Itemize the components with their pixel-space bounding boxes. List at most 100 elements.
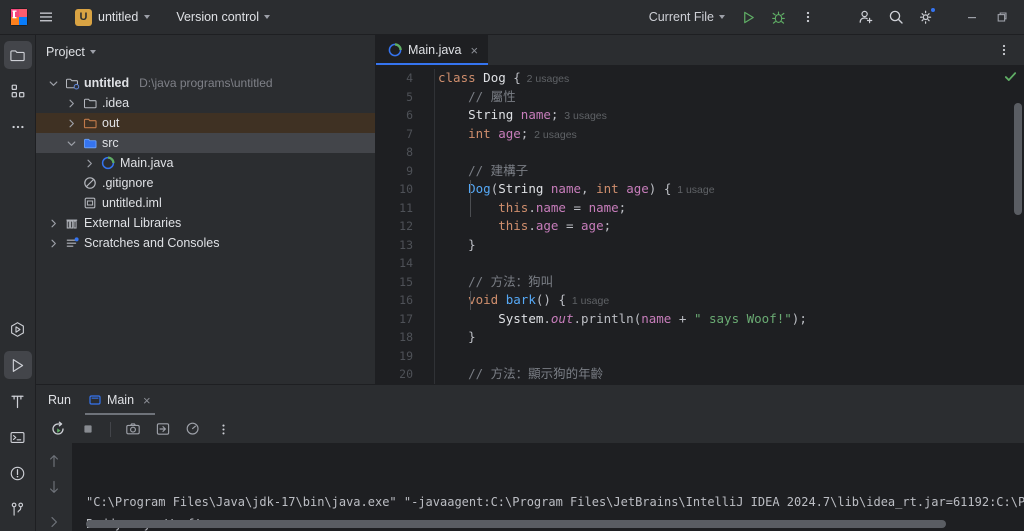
scroll-down-button[interactable] bbox=[47, 479, 61, 495]
editor-tab-actions bbox=[990, 35, 1024, 65]
console-area: "C:\Program Files\Java\jdk-17\bin\java.e… bbox=[36, 443, 1024, 531]
code-line[interactable] bbox=[438, 347, 1024, 366]
window-maximize-icon[interactable] bbox=[988, 4, 1016, 30]
tree-item-untitled[interactable]: untitled D:\java programs\untitled bbox=[36, 73, 375, 93]
editor-tab-main-java[interactable]: Main.java × bbox=[376, 35, 489, 65]
line-number: 18 bbox=[399, 330, 413, 344]
chevron-right-icon[interactable] bbox=[64, 96, 78, 110]
editor-vertical-scrollbar[interactable] bbox=[1014, 103, 1022, 215]
usages-hint[interactable]: 1 usage bbox=[566, 295, 609, 307]
more-vertical-icon[interactable] bbox=[990, 37, 1018, 63]
folder-excluded-icon bbox=[82, 115, 98, 131]
code-line[interactable]: // 方法：顯示狗的年齡 bbox=[438, 365, 1024, 384]
sidebar-item-terminal[interactable] bbox=[4, 423, 32, 451]
project-selector[interactable]: U untitled bbox=[68, 6, 157, 29]
code-line[interactable]: // 屬性 bbox=[438, 88, 1024, 107]
line-number: 12 bbox=[399, 219, 413, 233]
sidebar-item-structure[interactable] bbox=[4, 77, 32, 105]
line-number: 19 bbox=[399, 348, 413, 363]
code-line[interactable]: this.age = age; bbox=[438, 217, 1024, 236]
gear-icon[interactable] bbox=[912, 4, 940, 30]
code-line[interactable]: } bbox=[438, 236, 1024, 255]
export-icon[interactable] bbox=[149, 416, 177, 442]
scroll-up-button[interactable] bbox=[47, 453, 61, 469]
more-vertical-icon[interactable] bbox=[209, 416, 237, 442]
usages-hint[interactable]: 1 usage bbox=[671, 184, 714, 196]
sidebar-item-run-anything[interactable] bbox=[4, 315, 32, 343]
java-class-icon bbox=[388, 43, 402, 57]
project-tree[interactable]: untitled D:\java programs\untitled .idea ou… bbox=[36, 65, 375, 384]
run-tab-main[interactable]: Main × bbox=[84, 385, 155, 415]
window-minimize-icon[interactable] bbox=[958, 4, 986, 30]
tree-item-main-java[interactable]: Main.java bbox=[36, 153, 375, 173]
tree-item-src[interactable]: src bbox=[36, 133, 375, 153]
stop-square-icon[interactable] bbox=[74, 416, 102, 442]
code-line[interactable]: int age; 2 usages bbox=[438, 125, 1024, 144]
chevron-right-icon[interactable] bbox=[82, 156, 96, 170]
console-gutter bbox=[36, 443, 72, 531]
chevron-down-icon[interactable] bbox=[64, 136, 78, 150]
usages-hint[interactable]: 2 usages bbox=[521, 73, 570, 85]
rerun-icon[interactable] bbox=[44, 416, 72, 442]
code-line[interactable] bbox=[438, 143, 1024, 162]
code-line[interactable] bbox=[438, 254, 1024, 273]
tree-item-idea[interactable]: .idea bbox=[36, 93, 375, 113]
more-vertical-icon[interactable] bbox=[794, 4, 822, 30]
chevron-right-icon[interactable] bbox=[64, 116, 78, 130]
tree-item-gitignore[interactable]: .gitignore bbox=[36, 173, 375, 193]
project-pane-header[interactable]: Project bbox=[36, 39, 375, 65]
folder-icon bbox=[10, 49, 25, 61]
code-line[interactable]: this.name = name; bbox=[438, 199, 1024, 218]
sidebar-item-build[interactable] bbox=[4, 387, 32, 415]
upper-area: Project untitled D:\java programs\untitle… bbox=[36, 35, 1024, 384]
tree-item-untitled-iml[interactable]: untitled.iml bbox=[36, 193, 375, 213]
code-line[interactable]: // 方法：狗叫 bbox=[438, 273, 1024, 292]
gauge-icon[interactable] bbox=[179, 416, 207, 442]
version-control-selector[interactable]: Version control bbox=[169, 7, 277, 27]
add-user-icon[interactable] bbox=[852, 4, 880, 30]
chevron-down-icon[interactable] bbox=[46, 76, 60, 90]
tree-item-out[interactable]: out bbox=[36, 113, 375, 133]
chevron-right-icon[interactable] bbox=[46, 216, 60, 230]
code-line[interactable]: } bbox=[438, 328, 1024, 347]
line-number: 7 bbox=[406, 126, 413, 141]
close-icon[interactable]: × bbox=[471, 43, 479, 58]
code-line[interactable]: void bark() { 1 usage bbox=[438, 291, 1024, 310]
line-number: 16 bbox=[399, 293, 413, 307]
sidebar-item-problems[interactable] bbox=[4, 459, 32, 487]
close-icon[interactable]: × bbox=[143, 393, 151, 408]
tree-item-scratches-and-consoles[interactable]: Scratches and Consoles bbox=[36, 233, 375, 253]
code-line[interactable]: System.out.println(name + " says Woof!")… bbox=[438, 310, 1024, 329]
console-horizontal-scrollbar[interactable] bbox=[86, 520, 946, 528]
code-line[interactable]: Dog(String name, int age) { 1 usage bbox=[438, 180, 1024, 199]
code-line[interactable]: class Dog { 2 usages bbox=[438, 69, 1024, 88]
run-configuration-selector[interactable]: Current File bbox=[642, 7, 732, 27]
code-content[interactable]: class Dog { 2 usages // 屬性 String name; … bbox=[422, 65, 1024, 384]
line-number: 4 bbox=[406, 71, 413, 85]
sidebar-item-more-tool-windows[interactable] bbox=[4, 113, 32, 141]
check-ok-icon[interactable] bbox=[1003, 69, 1018, 84]
expand-button[interactable] bbox=[47, 515, 61, 531]
code-line[interactable]: // 建構子 bbox=[438, 162, 1024, 181]
code-line[interactable]: String name; 3 usages bbox=[438, 106, 1024, 125]
console-output[interactable]: "C:\Program Files\Java\jdk-17\bin\java.e… bbox=[72, 443, 1024, 531]
usages-hint[interactable]: 2 usages bbox=[528, 129, 577, 141]
run-play-icon[interactable] bbox=[734, 4, 762, 30]
code-editor[interactable]: 4 5 6 7 8 9 10 11 12 13 14 15 16 17 18 19 20 class Dog {… bbox=[376, 65, 1024, 384]
scratches-icon bbox=[64, 235, 80, 251]
search-icon[interactable] bbox=[882, 4, 910, 30]
sidebar-item-project[interactable] bbox=[3, 41, 32, 69]
tree-item-label: untitled bbox=[84, 76, 130, 90]
tree-item-external-libraries[interactable]: External Libraries bbox=[36, 213, 375, 233]
debug-bug-icon[interactable] bbox=[764, 4, 792, 30]
hamburger-menu-icon[interactable] bbox=[32, 4, 60, 30]
chevron-right-icon[interactable] bbox=[46, 236, 60, 250]
more-horizontal-icon bbox=[11, 125, 24, 129]
line-number: 13 bbox=[399, 237, 413, 252]
line-number-gutter: 4 5 6 7 8 9 10 11 12 13 14 15 16 17 18 19 20 bbox=[376, 65, 422, 384]
run-panel-title: Run bbox=[48, 393, 71, 407]
sidebar-item-run[interactable] bbox=[3, 351, 32, 379]
usages-hint[interactable]: 3 usages bbox=[558, 110, 607, 122]
camera-icon[interactable] bbox=[119, 416, 147, 442]
sidebar-item-version-control[interactable] bbox=[4, 495, 32, 523]
